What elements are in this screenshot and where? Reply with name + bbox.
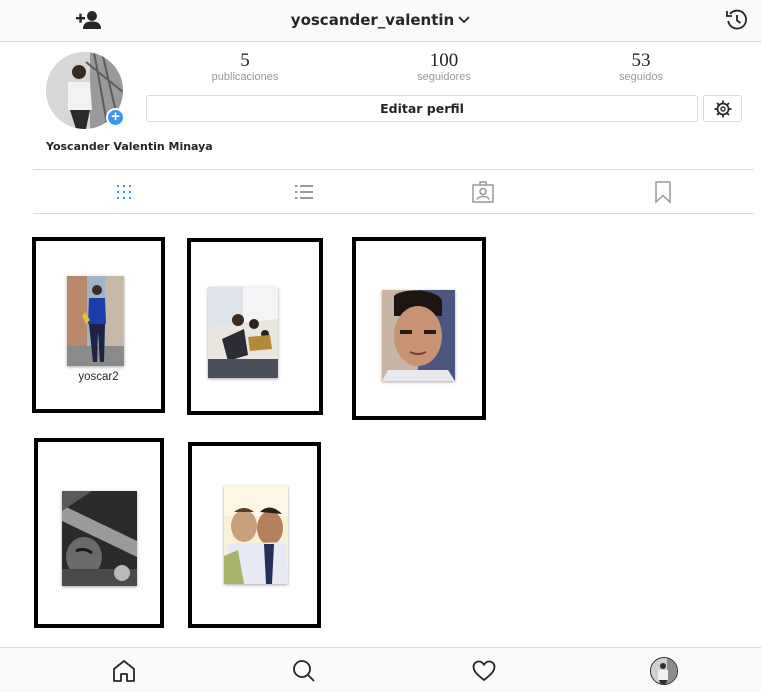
stat-followers[interactable]: 100 seguidores <box>384 51 504 84</box>
saved-icon[interactable] <box>651 180 675 204</box>
chevron-down-icon <box>458 10 470 28</box>
search-icon[interactable] <box>291 658 317 684</box>
stat-posts[interactable]: 5 publicaciones <box>185 51 305 84</box>
post-4-image <box>62 491 137 586</box>
followers-label: seguidores <box>417 71 471 83</box>
full-name: Yoscander Valentin Minaya <box>46 140 213 153</box>
post-1-image <box>67 276 124 366</box>
gear-icon <box>714 100 732 118</box>
list-icon[interactable] <box>292 180 316 204</box>
profile-tabs <box>33 169 754 214</box>
post-3[interactable] <box>352 237 486 420</box>
username: yoscander_valentin <box>290 11 455 29</box>
post-5[interactable] <box>188 442 321 628</box>
post-1-caption: yoscar2 <box>78 371 119 383</box>
post-1[interactable]: yoscar2 <box>32 237 165 413</box>
post-2[interactable] <box>187 238 323 415</box>
post-5-image <box>224 486 288 584</box>
followers-count: 100 <box>429 50 459 71</box>
post-3-image <box>382 290 455 381</box>
heart-icon[interactable] <box>471 658 497 684</box>
following-label: seguidos <box>618 71 664 83</box>
post-4[interactable] <box>34 438 164 628</box>
history-icon[interactable] <box>725 8 749 32</box>
settings-button[interactable] <box>703 95 742 122</box>
post-2-image <box>208 287 278 378</box>
bottom-nav <box>0 647 761 692</box>
tagged-icon[interactable] <box>471 180 495 204</box>
home-icon[interactable] <box>111 658 137 684</box>
grid-icon[interactable] <box>112 180 136 204</box>
stat-following[interactable]: 53 seguidos <box>581 51 701 84</box>
following-count: 53 <box>631 50 651 71</box>
profile-avatar-nav[interactable] <box>650 657 678 685</box>
top-bar: yoscander_valentin <box>0 0 761 42</box>
add-story-badge[interactable]: + <box>106 108 125 127</box>
posts-label: publicaciones <box>211 71 279 83</box>
edit-profile-button[interactable]: Editar perfil <box>146 95 698 122</box>
posts-count: 5 <box>240 50 250 71</box>
username-switcher[interactable]: yoscander_valentin <box>0 11 761 29</box>
